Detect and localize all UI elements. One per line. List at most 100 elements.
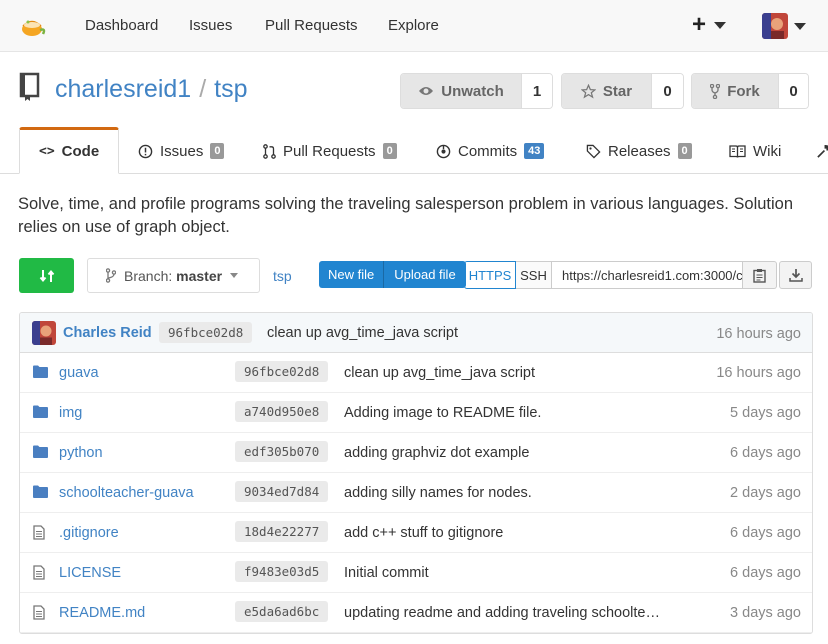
file-name-link[interactable]: img [59, 405, 82, 421]
unwatch-button-group: Unwatch 1 [400, 73, 553, 109]
tab-pull-requests-label: Pull Requests [283, 142, 376, 160]
commit-age: 6 days ago [730, 525, 801, 541]
commit-sha-link[interactable]: 9034ed7d84 [235, 481, 329, 502]
nav-pull-requests[interactable]: Pull Requests [265, 17, 358, 34]
fork-button[interactable]: Fork [692, 74, 779, 108]
file-icon [33, 565, 45, 580]
nav-dashboard[interactable]: Dashboard [85, 17, 158, 34]
tab-settings[interactable] [816, 128, 828, 174]
commit-message: clean up avg_time_java script [344, 365, 536, 381]
repo-description: Solve, time, and profile programs solvin… [18, 195, 794, 236]
forks-count[interactable]: 0 [779, 74, 808, 108]
commit-age: 5 days ago [730, 405, 801, 421]
plus-icon: + [692, 11, 707, 38]
nav-issues[interactable]: Issues [189, 17, 232, 34]
chevron-down-icon [794, 22, 806, 30]
clone-url-group: HTTPS SSH https://charlesreid1.com:3000/… [464, 261, 777, 289]
commit-sha-link[interactable]: f9483e03d5 [235, 561, 329, 582]
commit-sha-link[interactable]: e5da6ad6bc [235, 601, 329, 622]
commit-message: Adding image to README file. [344, 405, 542, 421]
tab-issues[interactable]: Issues 0 [138, 128, 225, 174]
unwatch-label: Unwatch [441, 82, 504, 100]
table-row: README.md e5da6ad6bc updating readme and a… [20, 593, 812, 633]
file-name-link[interactable]: LICENSE [59, 565, 121, 581]
commit-message: adding graphviz dot example [344, 445, 530, 461]
commit-sha-link[interactable]: edf305b070 [235, 441, 329, 462]
breadcrumb-repo-link[interactable]: tsp [273, 268, 292, 284]
nav-explore[interactable]: Explore [388, 17, 439, 34]
tab-wiki[interactable]: Wiki [729, 128, 781, 174]
file-name-link[interactable]: guava [59, 365, 99, 381]
compare-button[interactable] [19, 258, 74, 293]
copy-url-button[interactable] [743, 261, 777, 289]
repo-title-separator: / [199, 75, 207, 103]
commit-sha-link[interactable]: 96fbce02d8 [159, 322, 253, 343]
table-row: img a740d950e8 Adding image to README file… [20, 393, 812, 433]
tab-code-label: Code [61, 143, 100, 160]
tab-pull-requests[interactable]: Pull Requests 0 [263, 128, 397, 174]
code-icon: <> [39, 144, 55, 159]
ssh-toggle[interactable]: SSH [516, 261, 552, 289]
commit-sha-link[interactable]: 96fbce02d8 [235, 361, 329, 382]
gogs-logo-icon[interactable] [20, 13, 46, 39]
commit-age: 6 days ago [730, 565, 801, 581]
file-name-link[interactable]: README.md [59, 605, 145, 621]
file-name-link[interactable]: .gitignore [59, 525, 119, 541]
table-row: python edf305b070 adding graphviz dot exam… [20, 433, 812, 473]
file-list-table: Charles Reid 96fbce02d8 clean up avg_tim… [19, 312, 813, 634]
unwatch-button[interactable]: Unwatch [401, 74, 522, 108]
branch-selector[interactable]: Branch: master [87, 258, 260, 293]
file-name-link[interactable]: schoolteacher-guava [59, 485, 194, 501]
tab-commits-label: Commits [458, 142, 518, 160]
file-name-link[interactable]: python [59, 445, 103, 461]
repo-icon [18, 72, 42, 102]
commit-message: updating readme and adding traveling sch… [344, 605, 660, 621]
folder-icon [33, 405, 48, 418]
file-icon [33, 525, 45, 540]
branch-icon [106, 268, 116, 283]
star-icon [580, 83, 596, 99]
tab-wiki-label: Wiki [753, 142, 782, 160]
eye-icon [419, 87, 434, 95]
download-button[interactable] [779, 261, 812, 289]
avatar [762, 13, 788, 39]
https-toggle[interactable]: HTTPS [464, 261, 516, 289]
file-icon [33, 605, 45, 620]
table-row: .gitignore 18d4e22277 add c++ stuff to git… [20, 513, 812, 553]
star-label: Star [602, 82, 633, 100]
avatar[interactable] [32, 321, 56, 345]
upload-file-button[interactable]: Upload file [384, 261, 466, 288]
commit-age: 6 days ago [730, 445, 801, 461]
tab-releases[interactable]: Releases 0 [586, 128, 692, 174]
chevron-down-icon [230, 273, 239, 278]
fork-button-group: Fork 0 [691, 73, 809, 109]
tools-icon [817, 144, 828, 158]
create-new-menu[interactable]: + [692, 11, 727, 38]
folder-icon [33, 445, 48, 458]
branch-prefix: Branch: [124, 267, 173, 284]
commit-message: adding silly names for nodes. [344, 485, 532, 501]
repo-owner-link[interactable]: charlesreid1 [55, 75, 191, 103]
tab-code[interactable]: <> Code [19, 127, 120, 174]
watchers-count[interactable]: 1 [522, 74, 552, 108]
folder-icon [33, 485, 48, 498]
pull-requests-count-badge: 0 [382, 143, 397, 159]
tag-icon [586, 144, 601, 159]
commit-author-link[interactable]: Charles Reid [63, 325, 152, 341]
commit-sha-link[interactable]: 18d4e22277 [235, 521, 329, 542]
download-icon [788, 269, 803, 282]
tab-commits[interactable]: Commits 43 [436, 128, 545, 174]
commit-age: 3 days ago [730, 605, 801, 621]
star-button[interactable]: Star [562, 74, 652, 108]
commit-age: 16 hours ago [716, 326, 801, 342]
commit-sha-link[interactable]: a740d950e8 [235, 401, 329, 422]
clone-url-input[interactable]: https://charlesreid1.com:3000/charlesrei… [552, 261, 743, 289]
repo-name-link[interactable]: tsp [214, 75, 247, 103]
table-row: guava 96fbce02d8 clean up avg_time_java sc… [20, 353, 812, 393]
clipboard-icon [753, 268, 766, 283]
new-file-button[interactable]: New file [319, 261, 385, 288]
stars-count[interactable]: 0 [652, 74, 683, 108]
user-menu[interactable] [762, 13, 806, 39]
issues-count-badge: 0 [210, 143, 225, 159]
fork-icon [710, 83, 721, 99]
